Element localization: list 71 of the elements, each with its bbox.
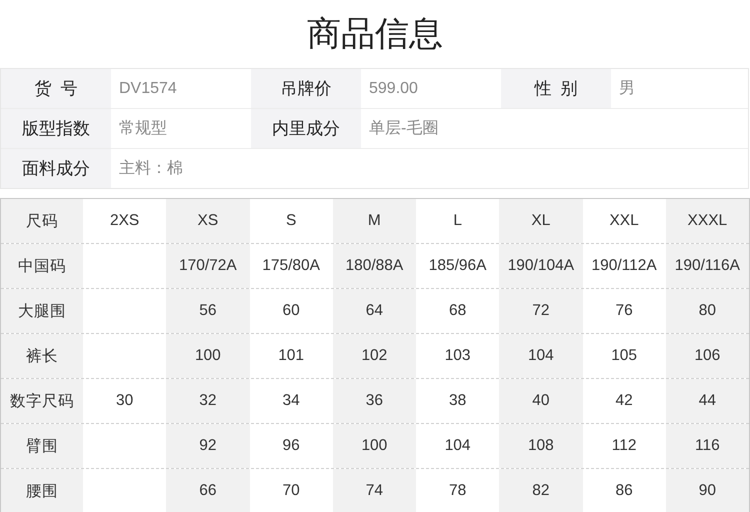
- field-label: 货 号: [1, 69, 111, 108]
- row-header: 臂围: [1, 424, 83, 468]
- column-header: M: [332, 199, 416, 243]
- table-cell-text: 60: [282, 301, 301, 321]
- column-header: 尺码: [1, 199, 83, 243]
- row-header: 大腿围: [1, 289, 83, 333]
- table-cell: 190/116A: [666, 244, 749, 288]
- column-header: S: [284, 211, 298, 231]
- table-cell-text: 185/96A: [428, 256, 488, 276]
- column-header: XXXL: [666, 199, 749, 243]
- table-cell: 100: [166, 334, 250, 378]
- table-cell-text: 70: [282, 481, 301, 501]
- table-cell-text: 96: [282, 436, 301, 456]
- table-cell-text: 104: [444, 436, 472, 456]
- column-header: XXL: [608, 211, 640, 231]
- table-cell-text: 190/112A: [590, 256, 658, 276]
- field-value: 599.00: [368, 78, 419, 98]
- field-value: DV1574: [118, 78, 178, 98]
- table-cell: 108: [499, 424, 582, 468]
- row-header: 数字尺码: [1, 379, 83, 423]
- field-label: 性 别: [501, 69, 611, 108]
- table-cell-text: 42: [614, 391, 634, 411]
- table-cell: 116: [666, 424, 749, 468]
- table-cell-text: 103: [444, 346, 472, 366]
- table-cell: 64: [332, 289, 416, 333]
- table-cell: 100: [332, 424, 416, 468]
- field-value: 男: [618, 79, 636, 99]
- table-cell: 56: [166, 289, 250, 333]
- table-cell: 32: [166, 379, 250, 423]
- row-header: 中国码: [1, 244, 83, 288]
- table-cell-text: 78: [448, 481, 468, 501]
- column-header: 2XS: [108, 211, 140, 231]
- field-value: 主料：棉: [118, 158, 184, 179]
- table-cell: 40: [499, 379, 582, 423]
- table-cell-text: 30: [115, 391, 134, 411]
- table-cell: 90: [666, 469, 749, 512]
- field-label: 面料成分: [1, 149, 111, 188]
- field-label: 吊牌价: [251, 69, 361, 108]
- table-cell: 102: [332, 334, 416, 378]
- table-cell: 72: [499, 289, 582, 333]
- table-cell: 106: [666, 334, 749, 378]
- field-label: 版型指数: [1, 109, 111, 148]
- column-header: L: [452, 211, 463, 231]
- page-title: 商品信息: [306, 14, 444, 55]
- field-value: 单层-毛圈: [368, 118, 440, 139]
- table-cell-text: 76: [614, 301, 634, 321]
- table-cell: 66: [166, 469, 250, 512]
- table-cell-text: 68: [448, 301, 468, 321]
- table-cell: 44: [666, 379, 749, 423]
- column-header: XL: [499, 199, 582, 243]
- table-cell-text: 175/80A: [261, 256, 321, 276]
- table-cell: 180/88A: [332, 244, 416, 288]
- row-header: 裤长: [1, 334, 83, 378]
- table-cell: 170/72A: [166, 244, 250, 288]
- table-cell-text: 105: [610, 346, 638, 366]
- table-cell-text: 112: [610, 436, 638, 456]
- table-cell: 190/104A: [499, 244, 582, 288]
- table-cell-text: 86: [614, 481, 634, 501]
- column-header: XS: [166, 199, 250, 243]
- table-cell: 80: [666, 289, 749, 333]
- table-cell-text: 101: [277, 346, 306, 366]
- table-cell: 104: [499, 334, 582, 378]
- table-cell: 92: [166, 424, 250, 468]
- table-cell-text: 34: [282, 391, 301, 411]
- table-cell: 36: [332, 379, 416, 423]
- field-value: 常规型: [118, 118, 168, 139]
- row-header: 腰围: [1, 469, 83, 512]
- field-label: 内里成分: [251, 109, 361, 148]
- table-cell: 74: [332, 469, 416, 512]
- table-cell: 82: [499, 469, 582, 512]
- table-cell-text: 38: [448, 391, 468, 411]
